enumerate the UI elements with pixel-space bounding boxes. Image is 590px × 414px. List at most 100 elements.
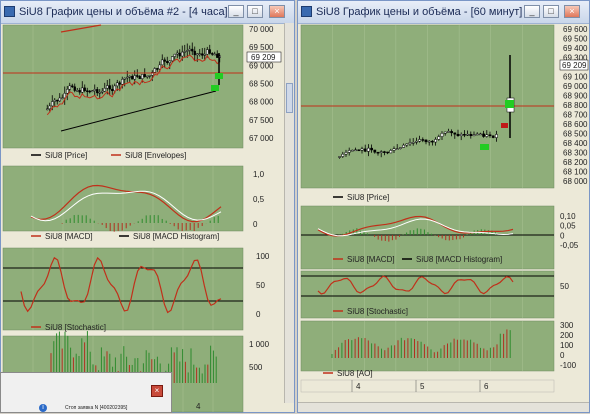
candle-body — [367, 147, 370, 152]
candle-body — [466, 133, 469, 136]
candle-body — [111, 88, 114, 92]
candle-body — [373, 149, 377, 153]
price-axis-label: 68 100 — [563, 168, 588, 177]
macd-axis-label: 1,0 — [253, 170, 265, 179]
price-axis-label: 68 000 — [563, 177, 588, 186]
candle-body — [456, 133, 460, 136]
price-axis-label: 69 500 — [249, 43, 274, 52]
price-axis-label: 69 600 — [563, 25, 588, 34]
maximize-button[interactable]: □ — [247, 5, 263, 18]
price-axis-label: 68 700 — [563, 111, 588, 120]
price-axis-label: 68 500 — [563, 130, 588, 139]
maximize-button[interactable]: □ — [543, 5, 559, 18]
candle-body — [113, 85, 116, 92]
candle-body — [71, 85, 74, 88]
candle-body — [208, 49, 211, 54]
price-axis-label: 69 400 — [563, 44, 588, 53]
candle-body — [472, 134, 476, 137]
candle-body — [161, 59, 164, 66]
candle-body — [201, 53, 204, 56]
candle-body — [48, 105, 51, 110]
stop-order-dialog[interactable]: × i Стоп заявка N [400202395] — [0, 372, 172, 413]
candle-body — [138, 76, 141, 79]
candle-body — [453, 132, 457, 135]
candle-body — [131, 75, 134, 80]
candle-body — [376, 151, 380, 154]
candle-body — [427, 140, 431, 143]
price-axis-label: 68 800 — [563, 101, 588, 110]
price-axis-label: 68 200 — [563, 158, 588, 167]
left-chart-window[interactable]: SiU8 График цены и объёма #2 - [4 часа] … — [0, 0, 295, 413]
scroll-thumb[interactable] — [286, 83, 293, 113]
candle-body — [103, 87, 106, 92]
time-axis-label: 4 — [196, 402, 201, 411]
minimize-button[interactable]: _ — [228, 5, 244, 18]
legend-macd: SiU8 [MACD] — [45, 232, 93, 241]
candle-body — [347, 150, 351, 153]
price-axis-label: 68 300 — [563, 149, 588, 158]
price-axis-label: 69 100 — [563, 73, 588, 82]
left-window-title: SiU8 График цены и объёма #2 - [4 часа] — [19, 6, 228, 18]
right-chart-area[interactable]: 69 60069 50069 40069 30069 20069 10069 0… — [298, 23, 589, 414]
candle-body — [98, 91, 101, 94]
candle-body — [81, 87, 84, 93]
candle-body — [485, 134, 489, 137]
candle-body — [434, 139, 437, 143]
legend-macd-histogram: SiU8 [MACD Histogram] — [133, 232, 219, 241]
candle-body — [188, 48, 191, 51]
right-chart-window[interactable]: SiU8 График цены и объёма - [60 минут] _… — [297, 0, 590, 413]
candle-body — [51, 101, 54, 107]
candle-body — [163, 59, 166, 62]
candle-body — [351, 149, 354, 152]
candle-body — [86, 90, 89, 92]
macd-axis-label: -0,05 — [560, 241, 579, 250]
candle-body — [178, 52, 181, 57]
candle-body — [196, 53, 199, 56]
candle-body — [408, 142, 412, 145]
candle-body — [128, 75, 131, 78]
candle-body — [61, 97, 64, 100]
candle-body — [63, 92, 66, 99]
right-title-bar[interactable]: SiU8 График цены и объёма - [60 минут] _… — [298, 1, 589, 24]
price-axis-label: 67 500 — [249, 116, 274, 125]
candle-body — [213, 53, 216, 56]
close-button[interactable]: × — [564, 5, 580, 18]
buy-marker — [211, 85, 219, 91]
candle-body — [491, 135, 495, 138]
legend-price: SiU8 [Price] — [347, 193, 389, 202]
candle-body — [88, 90, 91, 93]
candle-body — [133, 75, 136, 80]
stochastic-axis-label: 100 — [256, 252, 270, 261]
candle-body — [415, 140, 418, 143]
stochastic-axis-label: 0 — [256, 310, 261, 319]
candle-body — [363, 148, 367, 152]
candle-body — [186, 50, 189, 52]
candle-body — [123, 77, 126, 80]
legend-price: SiU8 [Price] — [45, 151, 87, 160]
candle-body — [76, 90, 79, 92]
minimize-button[interactable]: _ — [524, 5, 540, 18]
candle-body — [191, 48, 194, 52]
candle-body — [46, 108, 49, 111]
candle-body — [450, 131, 453, 134]
candle-body — [440, 133, 444, 137]
candle-body — [93, 89, 96, 92]
left-title-bar[interactable]: SiU8 График цены и объёма #2 - [4 часа] … — [1, 1, 294, 24]
candle-body — [421, 139, 425, 141]
left-chart-area[interactable]: 70 000 69 500 69 000 68 500 68 000 67 500 67 0… — [1, 23, 294, 414]
left-vertical-scrollbar[interactable] — [284, 23, 294, 403]
candle-body — [370, 147, 373, 151]
candle-body — [96, 89, 99, 94]
price-axis-label: 70 000 — [249, 25, 274, 34]
candle-body — [469, 133, 473, 137]
legend-ao: SiU8 [AO] — [337, 369, 373, 378]
right-horizontal-scrollbar[interactable] — [298, 402, 589, 412]
price-axis-label: 68 500 — [249, 80, 274, 89]
candle-body — [443, 131, 447, 134]
candle-body — [389, 150, 393, 154]
ao-axis-label: 300 — [560, 321, 574, 330]
buy-marker — [215, 73, 223, 79]
close-button[interactable]: × — [269, 5, 285, 18]
candle-body — [108, 85, 111, 90]
dialog-close-button[interactable]: × — [151, 385, 163, 397]
